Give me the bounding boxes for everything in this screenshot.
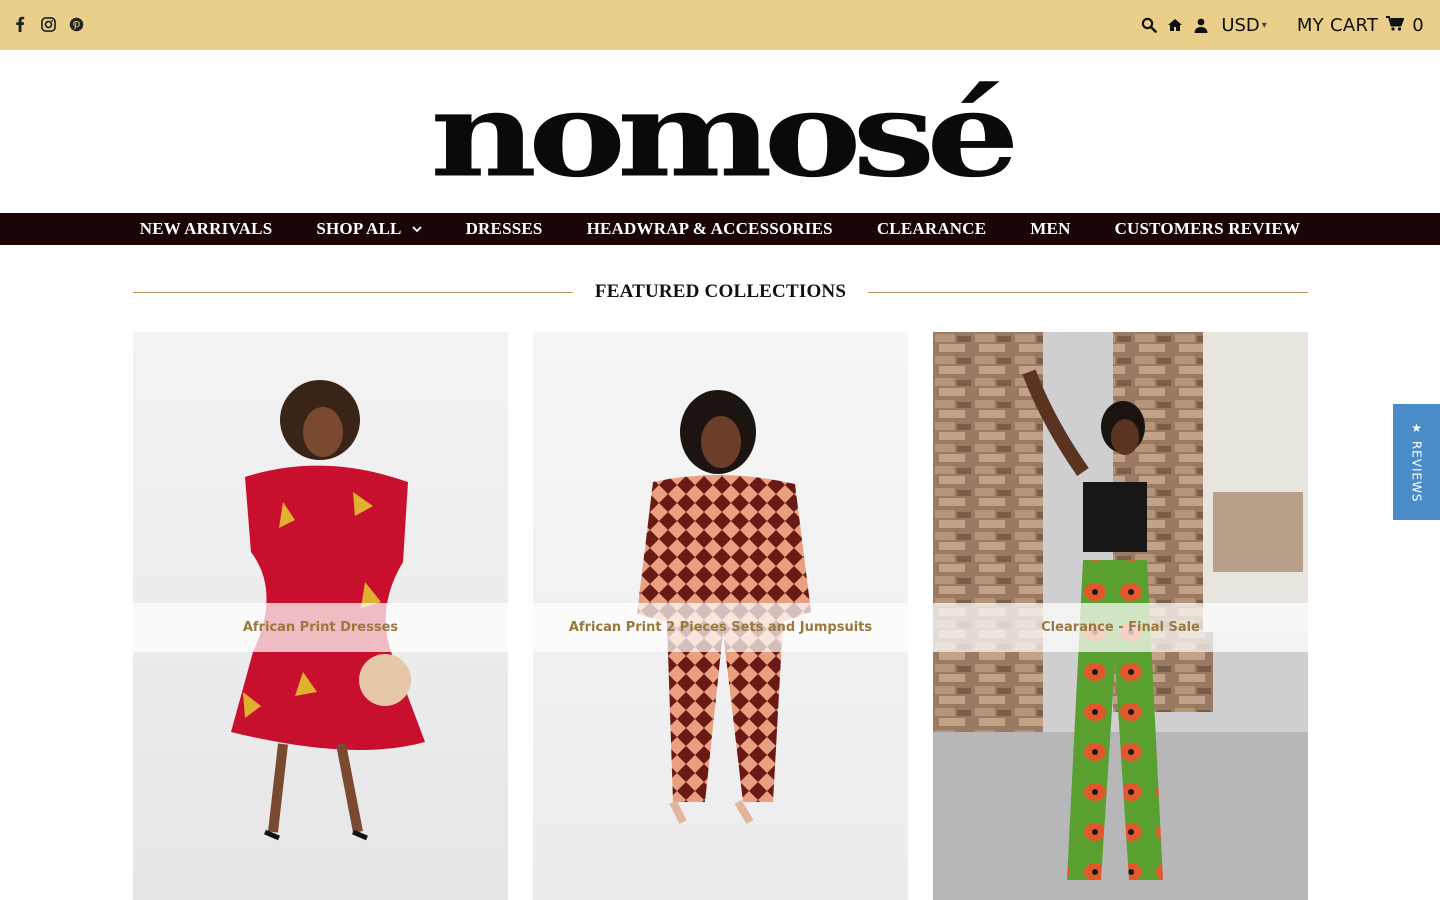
logo-area: nomosé — [0, 50, 1440, 213]
chevron-down-icon — [411, 224, 422, 234]
divider-line — [868, 291, 1309, 293]
chevron-down-icon: ▾ — [1261, 19, 1267, 31]
pinterest-icon[interactable] — [68, 14, 84, 34]
nav-item-label: CUSTOMERS REVIEW — [1114, 219, 1301, 238]
cart-icon — [1386, 15, 1405, 36]
utility-bar: USD ▾ MY CART 0 — [1133, 12, 1424, 38]
cart-button[interactable]: MY CART 0 — [1297, 15, 1424, 36]
section-title: FEATURED COLLECTIONS — [594, 281, 847, 302]
collection-title: African Print 2 Pieces Sets and Jumpsuit… — [568, 620, 873, 635]
main-navigation: NEW ARRIVALS SHOP ALL DRESSES HEADWRAP &… — [0, 213, 1440, 245]
nav-item-label: CLEARANCE — [876, 219, 987, 238]
collection-card-clearance[interactable]: Clearance - Final Sale — [933, 332, 1308, 900]
divider-line — [133, 291, 573, 293]
nav-item-headwrap-accessories[interactable]: HEADWRAP & ACCESSORIES — [587, 219, 833, 239]
facebook-icon[interactable] — [12, 14, 28, 34]
search-icon[interactable] — [1139, 15, 1159, 35]
collection-label-band: African Print 2 Pieces Sets and Jumpsuit… — [533, 603, 908, 652]
cart-count: 0 — [1412, 14, 1424, 36]
brand-logo[interactable]: nomosé — [430, 76, 1020, 194]
nav-item-label: HEADWRAP & ACCESSORIES — [586, 219, 833, 238]
nav-item-label: DRESSES — [465, 219, 543, 238]
instagram-icon[interactable] — [40, 14, 56, 34]
currency-value: USD — [1221, 14, 1260, 36]
home-icon[interactable] — [1165, 15, 1185, 35]
currency-selector[interactable]: USD ▾ — [1221, 15, 1267, 36]
collection-label-band: African Print Dresses — [133, 603, 508, 652]
collection-card-sets-jumpsuits[interactable]: African Print 2 Pieces Sets and Jumpsuit… — [533, 332, 908, 900]
nav-item-shop-all[interactable]: SHOP ALL — [316, 219, 422, 239]
nav-item-dresses[interactable]: DRESSES — [466, 219, 543, 239]
collection-title: Clearance - Final Sale — [1041, 620, 1200, 635]
nav-item-label: NEW ARRIVALS — [139, 219, 273, 238]
collection-label-band: Clearance - Final Sale — [933, 603, 1308, 652]
nav-item-label: SHOP ALL — [316, 219, 402, 238]
collection-card-dresses[interactable]: African Print Dresses — [133, 332, 508, 900]
featured-collections-heading: FEATURED COLLECTIONS — [133, 278, 1309, 306]
nav-item-customers-review[interactable]: CUSTOMERS REVIEW — [1115, 219, 1301, 239]
cart-label: MY CART — [1296, 14, 1379, 36]
reviews-side-tab[interactable]: ★ REVIEWS — [1393, 404, 1440, 520]
nav-item-clearance[interactable]: CLEARANCE — [877, 219, 986, 239]
nav-item-label: MEN — [1030, 219, 1071, 238]
nav-item-new-arrivals[interactable]: NEW ARRIVALS — [140, 219, 273, 239]
top-bar: USD ▾ MY CART 0 — [0, 0, 1440, 50]
nav-item-men[interactable]: MEN — [1030, 219, 1070, 239]
collection-title: African Print Dresses — [242, 620, 399, 635]
reviews-tab-label: ★ REVIEWS — [1409, 421, 1424, 503]
social-links — [12, 14, 84, 34]
user-icon[interactable] — [1191, 15, 1211, 35]
